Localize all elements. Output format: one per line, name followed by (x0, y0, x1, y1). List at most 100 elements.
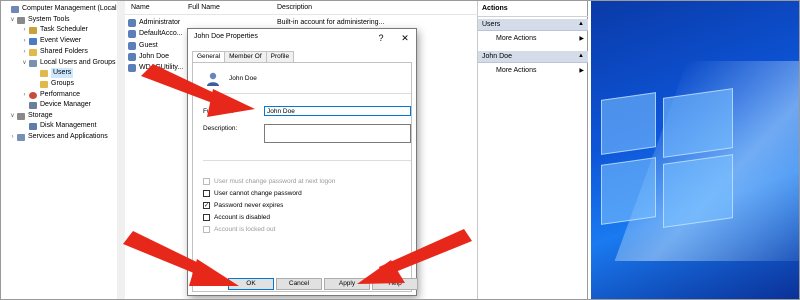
full-name-label: Full name: (203, 108, 234, 115)
checkbox-box[interactable] (203, 178, 210, 185)
separator (203, 93, 411, 94)
section-label: Users (482, 21, 501, 28)
more-actions-john-doe[interactable]: More Actions ▶ (478, 65, 588, 77)
help-button[interactable]: Help (372, 278, 418, 290)
tab-profile[interactable]: Profile (265, 51, 295, 62)
cancel-button[interactable]: Cancel (276, 278, 322, 290)
chevron-right-icon[interactable]: › (21, 36, 28, 46)
user-icon (207, 72, 219, 86)
folder-icon (40, 80, 48, 88)
triangle-up-icon[interactable]: ▲ (578, 53, 584, 59)
services-icon (17, 133, 25, 141)
help-icon[interactable]: ? (374, 31, 388, 45)
user-name: Administrator (139, 19, 181, 26)
apply-button[interactable]: Apply (324, 278, 370, 290)
checkbox-box[interactable] (203, 190, 210, 197)
task-scheduler-icon (29, 26, 37, 34)
column-header-name[interactable]: Name (131, 4, 150, 11)
column-header-full-name[interactable]: Full Name (188, 4, 220, 11)
tree-item-label: Performance (40, 91, 81, 98)
device-manager-icon (29, 101, 37, 109)
windows-logo-pane (663, 88, 733, 158)
shared-folders-icon (29, 48, 37, 56)
checkbox-account-disabled[interactable]: Account is disabled (203, 213, 270, 222)
description-input[interactable] (264, 124, 411, 143)
list-header: Name Full Name Description (125, 1, 478, 15)
windows-logo-pane (663, 154, 733, 228)
chevron-right-icon[interactable]: › (21, 90, 28, 100)
desktop-wallpaper (591, 1, 799, 299)
user-icon (128, 64, 136, 72)
tree-item-label: Computer Management (Local (22, 5, 117, 12)
tree-item-computer-management[interactable]: Computer Management (Local (3, 4, 117, 14)
tree-item-label: Groups (51, 80, 74, 87)
triangle-right-icon: ▶ (579, 36, 584, 42)
tree-item-storage[interactable]: ∨ Storage (9, 111, 53, 121)
list-item[interactable]: DefaultAcco... (128, 29, 183, 39)
tree-item-label: System Tools (28, 16, 70, 23)
tree-item-services-and-applications[interactable]: › Services and Applications (9, 132, 108, 142)
actions-title: Actions (478, 1, 588, 17)
chevron-down-icon[interactable]: ∨ (9, 15, 16, 25)
checkbox-cannot-change-password[interactable]: User cannot change password (203, 189, 302, 198)
checkbox-label: User must change password at next logon (214, 178, 336, 185)
tree-item-local-users-and-groups[interactable]: ∨ Local Users and Groups (21, 58, 115, 68)
tree-item-task-scheduler[interactable]: › Task Scheduler (21, 25, 88, 35)
user-name: John Doe (139, 53, 169, 60)
full-name-input[interactable]: John Doe (264, 106, 411, 116)
more-actions-users[interactable]: More Actions ▶ (478, 33, 588, 45)
actions-section-john-doe[interactable]: John Doe ▲ (478, 51, 588, 63)
checkbox-label: Account is locked out (214, 226, 276, 233)
tree-item-users[interactable]: Users (39, 68, 74, 78)
checkbox-label: Password never expires (214, 202, 284, 209)
chevron-down-icon[interactable]: ∨ (9, 111, 16, 121)
checkbox-label: User cannot change password (214, 190, 302, 197)
user-description: Built-in account for administering... (277, 19, 385, 26)
checkbox-password-never-expires[interactable]: ✓ Password never expires (203, 201, 283, 210)
screen: Computer Management (Local ∨ System Tool… (0, 0, 800, 300)
actions-section-users[interactable]: Users ▲ (478, 19, 588, 31)
chevron-right-icon[interactable]: › (21, 25, 28, 35)
checkbox-account-locked-out[interactable]: Account is locked out (203, 225, 275, 234)
tree-item-system-tools[interactable]: ∨ System Tools (9, 15, 70, 25)
section-label: John Doe (482, 53, 512, 60)
action-label: More Actions (496, 35, 537, 42)
checkmark-icon[interactable]: ✓ (203, 202, 210, 209)
tab-member-of[interactable]: Member Of (224, 51, 267, 62)
chevron-right-icon[interactable]: › (9, 132, 16, 142)
checkbox-box[interactable] (203, 214, 210, 221)
general-panel: John Doe Full name: John Doe Description… (192, 62, 412, 292)
close-icon[interactable]: ✕ (398, 31, 412, 45)
triangle-up-icon[interactable]: ▲ (578, 21, 584, 27)
column-header-description[interactable]: Description (277, 4, 312, 11)
ok-button[interactable]: OK (228, 278, 274, 290)
chevron-right-icon[interactable]: › (21, 47, 28, 57)
user-icon (128, 53, 136, 61)
tree-item-label: Device Manager (40, 101, 91, 108)
chevron-down-icon[interactable]: ∨ (21, 58, 28, 68)
tree-item-label: Event Viewer (40, 37, 82, 44)
list-item[interactable]: John Doe (128, 52, 169, 62)
list-item[interactable]: Guest (128, 41, 158, 51)
console-tree: Computer Management (Local ∨ System Tool… (1, 1, 125, 299)
tree-item-label: Local Users and Groups (40, 59, 116, 66)
tree-scrollbar[interactable] (117, 1, 125, 299)
user-name: WDAGUtility... (139, 64, 184, 71)
tree-item-event-viewer[interactable]: › Event Viewer (21, 36, 81, 46)
separator (203, 160, 411, 161)
tree-item-shared-folders[interactable]: › Shared Folders (21, 47, 88, 57)
checkbox-must-change-password[interactable]: User must change password at next logon (203, 177, 335, 186)
performance-icon (29, 91, 37, 99)
tree-item-performance[interactable]: › Performance (21, 90, 80, 100)
list-item[interactable]: WDAGUtility... (128, 63, 183, 73)
event-viewer-icon (29, 37, 37, 45)
windows-logo-pane (601, 92, 656, 155)
tree-item-device-manager[interactable]: Device Manager (28, 100, 91, 110)
tree-item-groups[interactable]: Groups (39, 79, 74, 89)
tree-item-disk-management[interactable]: Disk Management (28, 121, 96, 131)
tree-item-label: Users (51, 68, 74, 78)
windows-logo-pane (601, 157, 656, 225)
list-item[interactable]: Administrator (128, 18, 180, 28)
checkbox-box[interactable] (203, 226, 210, 233)
user-name: DefaultAcco... (139, 30, 183, 37)
